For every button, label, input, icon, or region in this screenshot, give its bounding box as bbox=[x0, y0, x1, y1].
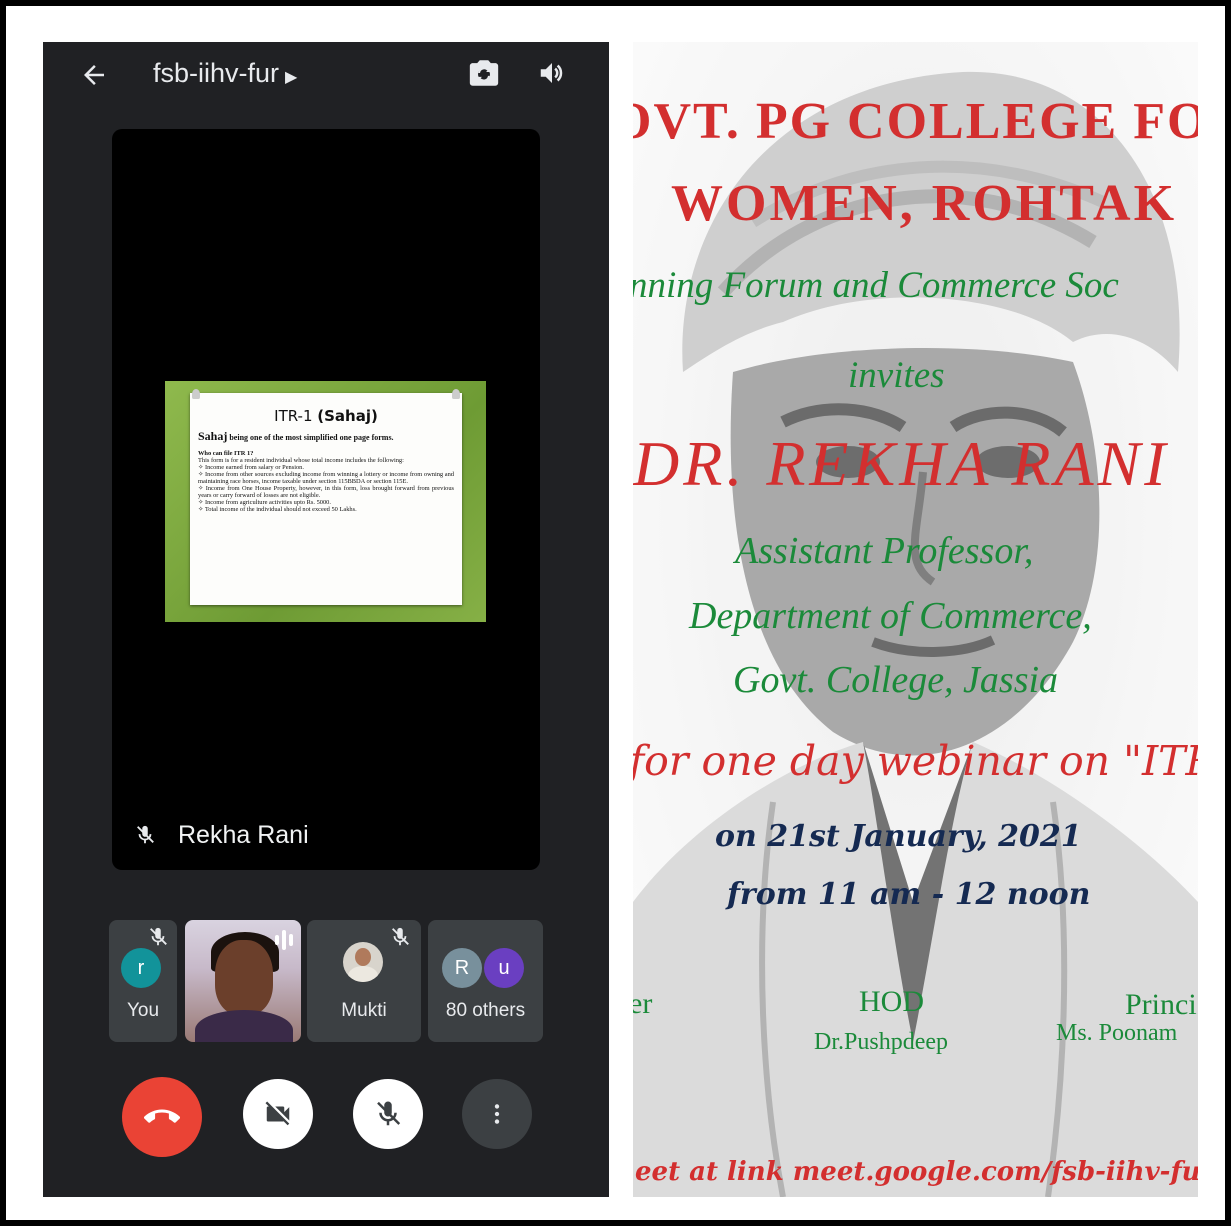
webinar-time: from 11 am - 12 noon bbox=[727, 877, 1091, 912]
mic-off-icon bbox=[150, 927, 167, 946]
slide-list: Income earned from salary or Pension. In… bbox=[198, 464, 454, 513]
meeting-code-text: fsb-iihv-fur bbox=[153, 58, 280, 88]
participant-name: 80 others bbox=[445, 1000, 526, 1021]
webinar-date: on 21st January, 2021 bbox=[715, 819, 1082, 854]
speaking-indicator-icon bbox=[275, 930, 293, 950]
speaker-icon[interactable] bbox=[537, 58, 567, 88]
slide-list-item: Total income of the individual should no… bbox=[198, 506, 454, 513]
top-bar: fsb-iihv-fur ▶ bbox=[43, 42, 609, 106]
participant-tile-others[interactable]: R u 80 others bbox=[428, 920, 543, 1042]
meet-link-line: eet at link meet.google.com/fsb-iihv-fu bbox=[635, 1157, 1198, 1187]
hod-title: HOD bbox=[859, 985, 924, 1018]
back-arrow-icon[interactable] bbox=[79, 60, 109, 90]
slide-subtitle: Sahaj being one of the most simplified o… bbox=[198, 429, 454, 444]
slide-list-item: Income from agriculture activities upto … bbox=[198, 499, 454, 506]
slide-subtitle-bold: Sahaj bbox=[198, 429, 228, 443]
slide-list-item: Income from other sources excluding inco… bbox=[198, 471, 454, 485]
participant-name: You bbox=[126, 1000, 160, 1021]
participant-tile-video[interactable] bbox=[185, 920, 301, 1042]
principal-name: Ms. Poonam bbox=[1056, 1020, 1178, 1046]
shared-slide: ITR-1 (Sahaj) Sahaj being one of the mos… bbox=[165, 381, 486, 622]
mic-off-icon bbox=[377, 1101, 401, 1126]
more-options-button[interactable] bbox=[462, 1079, 532, 1149]
slide-question: Who can file ITR 1? bbox=[198, 450, 254, 457]
webinar-poster: OVT. PG COLLEGE FO WOMEN, ROHTAK nning F… bbox=[633, 42, 1198, 1197]
slide-list-item: Income from One House Property, however,… bbox=[198, 485, 454, 499]
mic-off-icon bbox=[137, 825, 154, 844]
mic-off-icon bbox=[392, 927, 409, 946]
chevron-right-icon: ▶ bbox=[285, 69, 298, 86]
pin-icon bbox=[452, 389, 460, 399]
participant-video-face bbox=[215, 940, 273, 1015]
participant-video-body bbox=[195, 1010, 293, 1042]
participant-tile-mukti[interactable]: Mukti bbox=[307, 920, 421, 1042]
presenter-name: Rekha Rani bbox=[178, 820, 309, 849]
avatar bbox=[343, 942, 383, 982]
participant-strip: r You Mukti R u 80 others bbox=[109, 920, 543, 1042]
meet-call-screen: fsb-iihv-fur ▶ ITR-1 (Sahaj) Sahaj being … bbox=[43, 42, 609, 1197]
switch-camera-icon[interactable] bbox=[467, 56, 501, 90]
speaker-name: DR. REKHA RANI bbox=[633, 428, 1170, 499]
avatar: r bbox=[121, 948, 161, 988]
speaker-college: Govt. College, Jassia bbox=[733, 659, 1059, 701]
camera-toggle-button[interactable] bbox=[243, 1079, 313, 1149]
avatar: u bbox=[484, 948, 524, 988]
invites-text: invites bbox=[848, 355, 945, 396]
slide-body: Who can file ITR 1? This form is for a r… bbox=[198, 450, 454, 513]
college-name-line-2: WOMEN, ROHTAK bbox=[671, 175, 1178, 232]
speaker-designation: Assistant Professor, bbox=[735, 530, 1034, 572]
more-vert-icon bbox=[494, 1104, 500, 1124]
principal-title: Princi bbox=[1125, 988, 1197, 1021]
slide-title-plain: ITR-1 bbox=[274, 407, 318, 425]
slide-list-item: Income earned from salary or Pension. bbox=[198, 464, 454, 471]
slide-title: ITR-1 (Sahaj) bbox=[198, 407, 454, 425]
call-controls bbox=[43, 1072, 609, 1157]
participant-tile-you[interactable]: r You bbox=[109, 920, 177, 1042]
avatar: R bbox=[442, 948, 482, 988]
mic-toggle-button[interactable] bbox=[353, 1079, 423, 1149]
camera-off-icon bbox=[265, 1101, 290, 1126]
pin-icon bbox=[192, 389, 200, 399]
speaker-department: Department of Commerce, bbox=[689, 595, 1092, 637]
slide-subtitle-rest: being one of the most simplified one pag… bbox=[227, 433, 394, 442]
hang-up-icon bbox=[144, 1109, 180, 1123]
organiser-line: nning Forum and Commerce Soc bbox=[633, 265, 1119, 306]
college-name-line-1: OVT. PG COLLEGE FO bbox=[633, 93, 1198, 150]
participant-name: Mukti bbox=[341, 1000, 387, 1021]
slide-title-bold: (Sahaj) bbox=[317, 407, 378, 425]
presenter-stage[interactable]: ITR-1 (Sahaj) Sahaj being one of the mos… bbox=[112, 129, 540, 870]
hod-name: Dr.Pushpdeep bbox=[814, 1029, 948, 1055]
slide-intro: This form is for a resident individual w… bbox=[198, 457, 404, 464]
meeting-code[interactable]: fsb-iihv-fur ▶ bbox=[153, 58, 297, 89]
presenter-label: Rekha Rani bbox=[134, 819, 309, 851]
end-call-button[interactable] bbox=[122, 1077, 202, 1157]
slide-paper: ITR-1 (Sahaj) Sahaj being one of the mos… bbox=[190, 389, 462, 605]
left-role: er bbox=[633, 987, 653, 1020]
webinar-topic-line: for one day webinar on "ITR bbox=[633, 737, 1198, 785]
